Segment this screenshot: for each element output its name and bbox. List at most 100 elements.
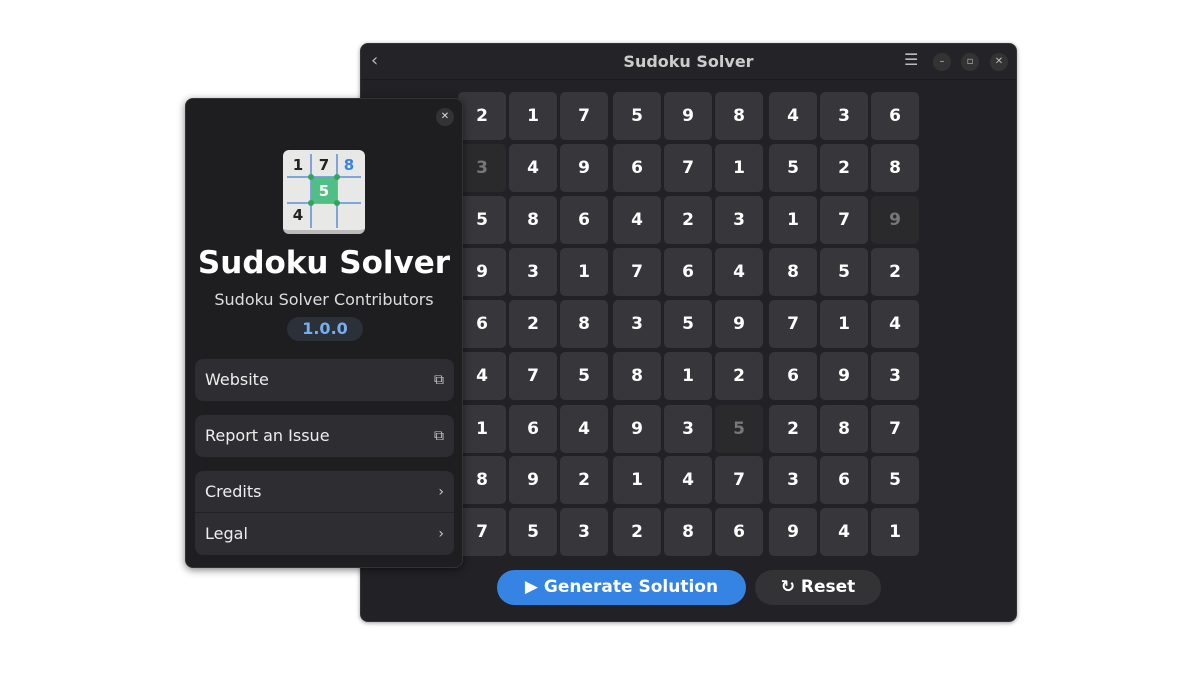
sudoku-cell[interactable]: 6 [560,196,608,244]
sudoku-cell[interactable]: 6 [820,456,868,504]
sudoku-cell[interactable]: 9 [458,248,506,296]
sudoku-cell[interactable]: 5 [769,144,817,192]
sudoku-cell[interactable]: 2 [560,456,608,504]
sudoku-cell[interactable]: 5 [664,300,712,348]
sudoku-cell[interactable]: 9 [560,144,608,192]
sudoku-cell[interactable]: 9 [820,352,868,400]
about-dialog: ✕ 1 7 8 5 4 Sudoku Solver Sudoku Solver … [185,98,463,568]
sudoku-cell[interactable]: 7 [664,144,712,192]
legal-row[interactable]: Legal › [195,513,454,555]
sudoku-cell[interactable]: 5 [509,508,557,556]
maximize-icon[interactable]: ▫ [961,53,979,71]
sudoku-cell[interactable]: 1 [871,508,919,556]
sudoku-cell[interactable]: 7 [871,405,919,453]
sudoku-cell[interactable]: 2 [871,248,919,296]
header-bar: ‹ Sudoku Solver ☰ – ▫ ✕ [361,44,1016,80]
sudoku-cell[interactable]: 5 [560,352,608,400]
sudoku-cell[interactable]: 8 [769,248,817,296]
sudoku-cell[interactable]: 5 [820,248,868,296]
play-icon: ▶ [524,577,544,597]
sudoku-cell[interactable]: 6 [871,92,919,140]
sudoku-cell[interactable]: 6 [509,405,557,453]
sudoku-cell[interactable]: 7 [769,300,817,348]
sudoku-cell[interactable]: 4 [664,456,712,504]
sudoku-cell[interactable]: 4 [769,92,817,140]
sudoku-cell[interactable]: 8 [871,144,919,192]
generate-solution-button[interactable]: ▶ Generate Solution [497,570,746,605]
sudoku-cell[interactable]: 1 [613,456,661,504]
sudoku-cell[interactable]: 6 [613,144,661,192]
sudoku-cell[interactable]: 9 [664,92,712,140]
sudoku-cell[interactable]: 6 [664,248,712,296]
sudoku-cell[interactable]: 8 [509,196,557,244]
sudoku-cell[interactable]: 1 [458,405,506,453]
sudoku-cell[interactable]: 8 [560,300,608,348]
sudoku-cell[interactable]: 6 [715,508,763,556]
sudoku-cell[interactable]: 5 [871,456,919,504]
sudoku-cell[interactable]: 4 [613,196,661,244]
sudoku-cell[interactable]: 4 [820,508,868,556]
report-issue-link[interactable]: Report an Issue ⧉ [195,415,454,457]
sudoku-cell[interactable]: 2 [664,196,712,244]
svg-text:4: 4 [293,206,303,224]
sudoku-cell[interactable]: 4 [871,300,919,348]
hamburger-menu-icon[interactable]: ☰ [904,50,918,69]
sudoku-cell[interactable]: 8 [613,352,661,400]
sudoku-cell[interactable]: 5 [715,405,763,453]
svg-text:7: 7 [319,156,329,174]
sudoku-cell[interactable]: 5 [458,196,506,244]
sudoku-cell[interactable]: 3 [820,92,868,140]
sudoku-cell[interactable]: 9 [509,456,557,504]
sudoku-cell[interactable]: 2 [820,144,868,192]
sudoku-cell[interactable]: 9 [871,196,919,244]
sudoku-cell[interactable]: 9 [613,405,661,453]
sudoku-cell[interactable]: 1 [664,352,712,400]
sudoku-cell[interactable]: 3 [509,248,557,296]
sudoku-cell[interactable]: 3 [664,405,712,453]
sudoku-cell[interactable]: 7 [820,196,868,244]
sudoku-cell[interactable]: 3 [871,352,919,400]
sudoku-cell[interactable]: 3 [769,456,817,504]
sudoku-cell[interactable]: 8 [664,508,712,556]
sudoku-cell[interactable]: 3 [560,508,608,556]
sudoku-cell[interactable]: 4 [509,144,557,192]
sudoku-cell[interactable]: 1 [509,92,557,140]
sudoku-cell[interactable]: 8 [458,456,506,504]
sudoku-cell[interactable]: 4 [560,405,608,453]
sudoku-cell[interactable]: 6 [458,300,506,348]
sudoku-cell[interactable]: 7 [715,456,763,504]
sudoku-cell[interactable]: 2 [715,352,763,400]
sudoku-cell[interactable]: 2 [458,92,506,140]
sudoku-cell[interactable]: 3 [715,196,763,244]
sudoku-cell[interactable]: 6 [769,352,817,400]
sudoku-cell[interactable]: 2 [509,300,557,348]
sudoku-cell[interactable]: 5 [613,92,661,140]
chevron-right-icon: › [438,484,444,500]
sudoku-cell[interactable]: 2 [613,508,661,556]
svg-text:5: 5 [319,182,329,200]
app-name: Sudoku Solver [197,245,451,281]
sudoku-cell[interactable]: 2 [769,405,817,453]
sudoku-cell[interactable]: 1 [560,248,608,296]
sudoku-cell[interactable]: 9 [769,508,817,556]
sudoku-cell[interactable]: 8 [820,405,868,453]
sudoku-cell[interactable]: 9 [715,300,763,348]
sudoku-cell[interactable]: 1 [820,300,868,348]
sudoku-cell[interactable]: 7 [509,352,557,400]
sudoku-cell[interactable]: 1 [769,196,817,244]
sudoku-cell[interactable]: 8 [715,92,763,140]
sudoku-cell[interactable]: 3 [458,144,506,192]
credits-row[interactable]: Credits › [195,471,454,513]
sudoku-cell[interactable]: 7 [613,248,661,296]
close-icon[interactable]: ✕ [990,53,1008,71]
sudoku-cell[interactable]: 7 [560,92,608,140]
reset-button[interactable]: ↻ Reset [755,570,881,605]
sudoku-cell[interactable]: 7 [458,508,506,556]
sudoku-cell[interactable]: 3 [613,300,661,348]
website-link[interactable]: Website ⧉ [195,359,454,401]
close-icon[interactable]: ✕ [436,108,454,126]
sudoku-cell[interactable]: 4 [715,248,763,296]
sudoku-cell[interactable]: 4 [458,352,506,400]
minimize-icon[interactable]: – [933,53,951,71]
sudoku-cell[interactable]: 1 [715,144,763,192]
